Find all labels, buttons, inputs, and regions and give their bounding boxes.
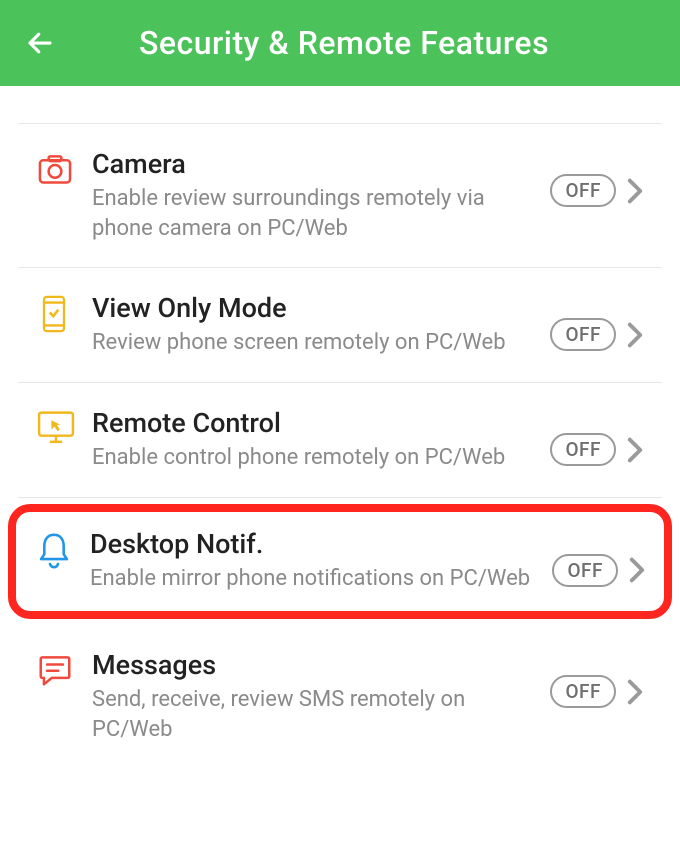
- icon-wrap: [36, 407, 92, 447]
- right-col: OFF: [550, 407, 644, 466]
- right-col: OFF: [550, 148, 644, 207]
- status-badge[interactable]: OFF: [550, 675, 616, 708]
- right-col: OFF: [550, 649, 644, 708]
- row-desktop-notif[interactable]: Desktop Notif. Enable mirror phone notif…: [26, 528, 654, 594]
- row-desc: Enable mirror phone notifications on PC/…: [90, 564, 544, 594]
- row-desc: Send, receive, review SMS remotely on PC…: [92, 685, 542, 744]
- row-title: Camera: [92, 148, 542, 180]
- icon-wrap: [36, 148, 92, 188]
- bell-icon: [34, 530, 74, 572]
- chevron-right-icon: [626, 178, 644, 204]
- text-col: Messages Send, receive, review SMS remot…: [92, 649, 550, 744]
- row-messages[interactable]: Messages Send, receive, review SMS remot…: [18, 625, 662, 768]
- partial-previous-row: [18, 86, 662, 124]
- chevron-right-icon: [626, 322, 644, 348]
- settings-list: Camera Enable review surroundings remote…: [0, 86, 680, 769]
- highlight-desktop-notif: Desktop Notif. Enable mirror phone notif…: [8, 504, 672, 620]
- row-title: Desktop Notif.: [90, 528, 544, 560]
- status-badge[interactable]: OFF: [550, 174, 616, 207]
- row-title: Messages: [92, 649, 542, 681]
- text-col: Remote Control Enable control phone remo…: [92, 407, 550, 473]
- page-title: Security & Remote Features: [24, 24, 664, 62]
- row-desc: Review phone screen remotely on PC/Web: [92, 328, 542, 358]
- status-badge[interactable]: OFF: [552, 554, 618, 587]
- row-desc: Enable control phone remotely on PC/Web: [92, 443, 542, 473]
- row-view-only-mode[interactable]: View Only Mode Review phone screen remot…: [18, 268, 662, 383]
- icon-wrap: [36, 649, 92, 689]
- chevron-right-icon: [626, 679, 644, 705]
- text-col: Camera Enable review surroundings remote…: [92, 148, 550, 243]
- row-desc: Enable review surroundings remotely via …: [92, 184, 542, 243]
- chevron-right-icon: [626, 437, 644, 463]
- icon-wrap: [36, 292, 92, 334]
- right-col: OFF: [552, 528, 646, 587]
- text-col: Desktop Notif. Enable mirror phone notif…: [90, 528, 552, 594]
- message-icon: [36, 651, 74, 689]
- status-badge[interactable]: OFF: [550, 318, 616, 351]
- row-title: View Only Mode: [92, 292, 542, 324]
- icon-wrap: [34, 528, 90, 572]
- row-title: Remote Control: [92, 407, 542, 439]
- row-remote-control[interactable]: Remote Control Enable control phone remo…: [18, 383, 662, 498]
- monitor-cursor-icon: [36, 409, 76, 447]
- phone-view-icon: [36, 294, 72, 334]
- right-col: OFF: [550, 292, 644, 351]
- chevron-right-icon: [628, 557, 646, 583]
- text-col: View Only Mode Review phone screen remot…: [92, 292, 550, 358]
- camera-icon: [36, 150, 74, 188]
- row-camera[interactable]: Camera Enable review surroundings remote…: [18, 124, 662, 268]
- app-header: Security & Remote Features: [0, 0, 680, 86]
- status-badge[interactable]: OFF: [550, 433, 616, 466]
